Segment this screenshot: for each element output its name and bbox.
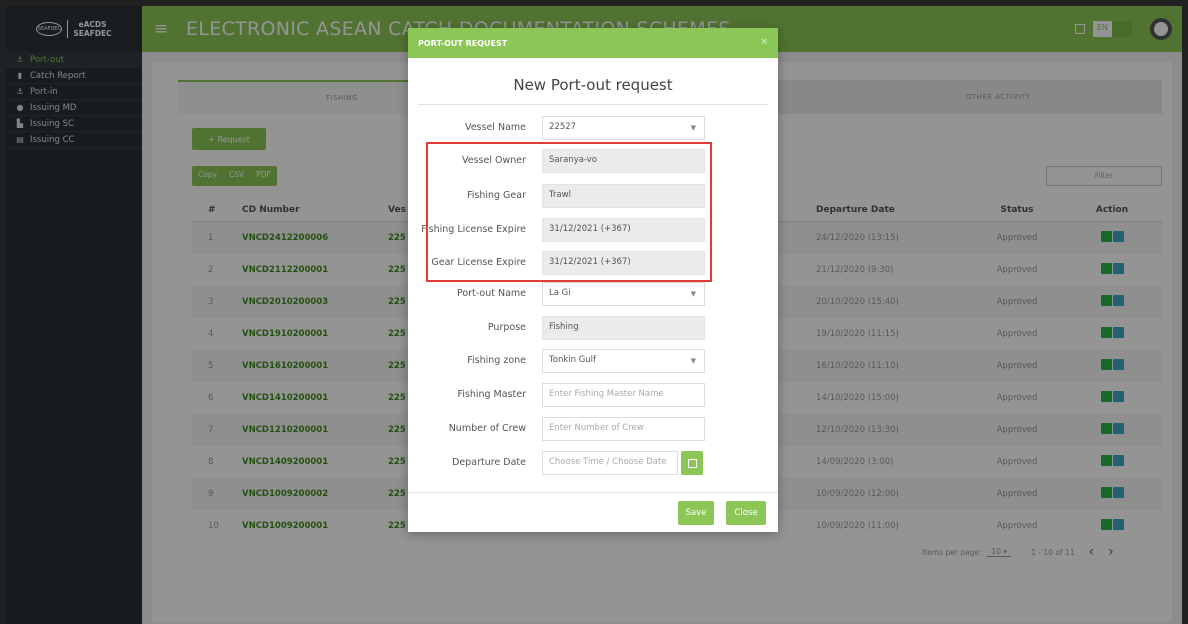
fishing-master-input[interactable]: Enter Fishing Master Name: [542, 383, 705, 407]
purpose-label: Purpose: [487, 322, 526, 333]
vessel-name-label: Vessel Name: [464, 122, 526, 133]
port-out-name-value: La Gi: [549, 288, 571, 298]
fishing-zone-value: Tonkin Gulf: [549, 355, 597, 365]
port-out-name-select[interactable]: La Gi ▼: [542, 282, 705, 306]
modal-title: New Port-out request: [513, 76, 673, 94]
fishing-master-row: Fishing Master Enter Fishing Master Name: [408, 383, 778, 407]
departure-date-label: Departure Date: [452, 457, 526, 468]
save-button[interactable]: Save: [678, 501, 714, 525]
fishing-zone-select[interactable]: Tonkin Gulf ▼: [542, 349, 705, 373]
port-out-name-row: Port-out Name La Gi ▼: [408, 282, 778, 306]
departure-date-row: Departure Date Choose Time / Choose Date: [408, 451, 778, 475]
modal-divider: [418, 104, 768, 105]
close-button[interactable]: Close: [726, 501, 766, 525]
port-out-name-label: Port-out Name: [456, 288, 526, 299]
vessel-name-row: Vessel Name 22527 ▼: [408, 116, 778, 140]
chevron-down-icon: ▼: [690, 357, 696, 365]
chevron-down-icon: ▼: [690, 290, 696, 298]
number-of-crew-input[interactable]: Enter Number of Crew: [542, 417, 705, 441]
highlight-annotation: [426, 142, 712, 282]
modal-header-title: PORT-OUT REQUEST: [418, 38, 508, 48]
modal-header: PORT-OUT REQUEST ×: [408, 28, 778, 58]
vessel-name-select[interactable]: 22527 ▼: [542, 116, 705, 140]
number-of-crew-row: Number of Crew Enter Number of Crew: [408, 417, 778, 441]
fishing-master-label: Fishing Master: [457, 389, 526, 400]
departure-date-input[interactable]: Choose Time / Choose Date: [542, 451, 678, 475]
purpose-field: Fishing: [542, 316, 705, 340]
fishing-zone-label: Fishing zone: [467, 355, 526, 366]
modal-footer-divider: [408, 492, 778, 493]
chevron-down-icon: ▼: [690, 124, 696, 132]
vessel-name-value: 22527: [549, 122, 577, 132]
calendar-icon: [687, 458, 697, 468]
calendar-button[interactable]: [681, 451, 703, 475]
purpose-row: Purpose Fishing: [408, 316, 778, 340]
close-icon[interactable]: ×: [760, 37, 768, 47]
fishing-zone-row: Fishing zone Tonkin Gulf ▼: [408, 349, 778, 373]
number-of-crew-label: Number of Crew: [448, 423, 526, 434]
